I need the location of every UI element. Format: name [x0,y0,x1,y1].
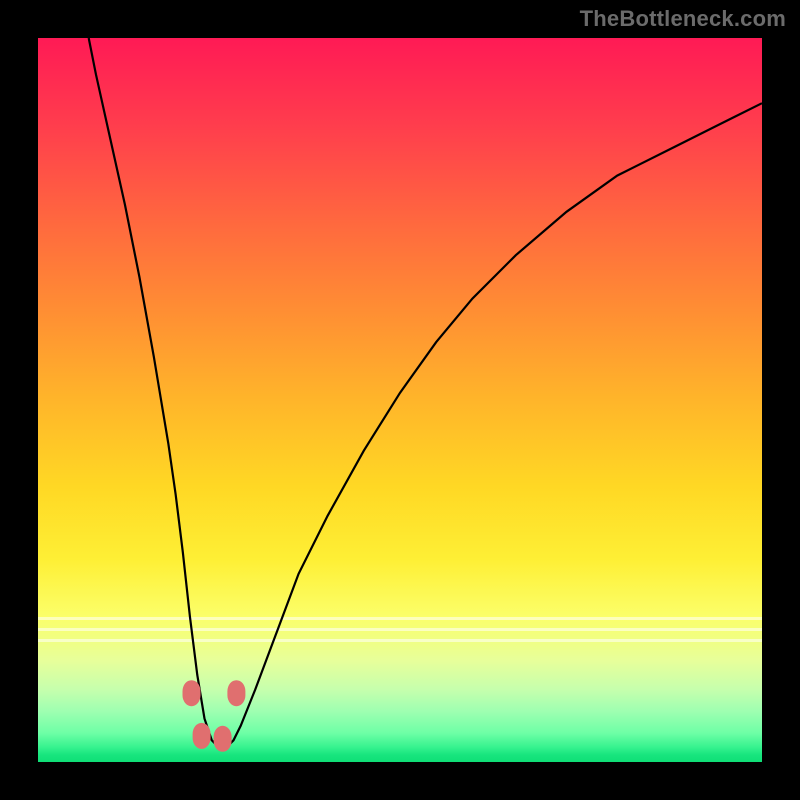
curve-marker [214,726,232,752]
curve-marker [193,723,211,749]
watermark-text: TheBottleneck.com [580,6,786,32]
curve-markers [183,680,246,752]
bottleneck-curve [89,38,762,748]
chart-frame: TheBottleneck.com [0,0,800,800]
chart-gradient-background [38,38,762,762]
chart-svg [38,38,762,762]
curve-marker [227,680,245,706]
curve-marker [183,680,201,706]
